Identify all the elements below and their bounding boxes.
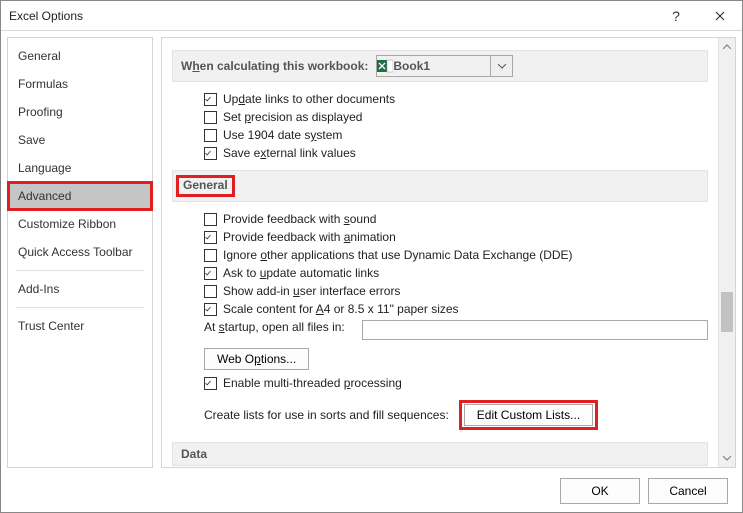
checkbox-ask-update[interactable]: [204, 267, 217, 280]
sidebar-item-advanced[interactable]: Advanced: [8, 182, 152, 210]
checkbox-label: Ask to update automatic links: [223, 266, 379, 280]
sidebar-item-save[interactable]: Save: [8, 126, 152, 154]
scroll-up-arrow-icon[interactable]: [719, 38, 735, 55]
sidebar-item-proofing[interactable]: Proofing: [8, 98, 152, 126]
sidebar-item-label: Add-Ins: [18, 282, 59, 296]
checkbox-row-set-precision: Set precision as displayed: [172, 108, 708, 126]
sidebar-item-add-ins[interactable]: Add-Ins: [8, 275, 152, 303]
checkbox-row-show-addin-errors: Show add-in user interface errors: [172, 282, 708, 300]
checkbox-use-1904[interactable]: [204, 129, 217, 142]
checkbox-label: Enable multi-threaded processing: [223, 376, 402, 390]
sidebar: General Formulas Proofing Save Language …: [7, 37, 153, 468]
checkbox-label: Set precision as displayed: [223, 110, 362, 124]
checkbox-update-links[interactable]: [204, 93, 217, 106]
checkbox-label: Update links to other documents: [223, 92, 395, 106]
section-label: General: [176, 175, 235, 197]
scroll-down-arrow-icon[interactable]: [719, 450, 735, 467]
startup-files-row: At startup, open all files in:: [172, 318, 708, 342]
edit-custom-lists-button[interactable]: Edit Custom Lists...: [464, 404, 593, 426]
section-label: When calculating this workbook:: [181, 59, 368, 73]
checkbox-feedback-sound[interactable]: [204, 213, 217, 226]
create-lists-row: Create lists for use in sorts and fill s…: [172, 392, 708, 434]
checkbox-multithread[interactable]: [204, 377, 217, 390]
checkbox-row-ask-update: Ask to update automatic links: [172, 264, 708, 282]
sidebar-separator: [16, 270, 144, 271]
checkbox-row-use-1904: Use 1904 date system: [172, 126, 708, 144]
sidebar-item-label: Advanced: [18, 189, 71, 203]
window-title: Excel Options: [9, 9, 654, 23]
checkbox-label: Ignore other applications that use Dynam…: [223, 248, 573, 262]
checkbox-feedback-animation[interactable]: [204, 231, 217, 244]
scroll-thumb[interactable]: [721, 292, 733, 332]
sidebar-item-general[interactable]: General: [8, 42, 152, 70]
checkbox-label: Show add-in user interface errors: [223, 284, 400, 298]
section-header-general: General: [172, 170, 708, 202]
checkbox-label: Use 1904 date system: [223, 128, 342, 142]
sidebar-item-label: Formulas: [18, 77, 68, 91]
checkbox-row-multithread: Enable multi-threaded processing: [172, 374, 708, 392]
sidebar-item-label: Language: [18, 161, 71, 175]
cancel-button[interactable]: Cancel: [648, 478, 728, 504]
startup-files-label: At startup, open all files in:: [204, 320, 354, 334]
help-button[interactable]: ?: [654, 1, 698, 31]
section-label: Data: [181, 447, 207, 461]
create-lists-label: Create lists for use in sorts and fill s…: [204, 408, 449, 422]
content-scroll-area: When calculating this workbook: Book1 Up…: [162, 38, 718, 467]
checkbox-label: Save external link values: [223, 146, 356, 160]
web-options-row: Web Options...: [172, 342, 708, 374]
workbook-combo[interactable]: Book1: [376, 55, 513, 77]
checkbox-set-precision[interactable]: [204, 111, 217, 124]
sidebar-item-quick-access-toolbar[interactable]: Quick Access Toolbar: [8, 238, 152, 266]
ok-button[interactable]: OK: [560, 478, 640, 504]
checkbox-save-external[interactable]: [204, 147, 217, 160]
checkbox-row-feedback-sound: Provide feedback with sound: [172, 210, 708, 228]
edit-custom-lists-highlight: Edit Custom Lists...: [459, 400, 598, 430]
checkbox-label: Scale content for A4 or 8.5 x 11" paper …: [223, 302, 459, 316]
checkbox-row-save-external: Save external link values: [172, 144, 708, 162]
close-icon: [715, 11, 725, 21]
scroll-track[interactable]: [719, 55, 735, 450]
sidebar-separator: [16, 307, 144, 308]
excel-workbook-icon: [377, 58, 393, 74]
sidebar-item-label: Customize Ribbon: [18, 217, 116, 231]
sidebar-item-label: General: [18, 49, 61, 63]
chevron-down-icon[interactable]: [490, 56, 512, 76]
checkbox-ignore-dde[interactable]: [204, 249, 217, 262]
titlebar: Excel Options ?: [1, 1, 742, 31]
checkbox-row-update-links: Update links to other documents: [172, 90, 708, 108]
sidebar-item-formulas[interactable]: Formulas: [8, 70, 152, 98]
sidebar-item-label: Save: [18, 133, 45, 147]
sidebar-item-trust-center[interactable]: Trust Center: [8, 312, 152, 340]
content-panel: When calculating this workbook: Book1 Up…: [161, 37, 736, 468]
checkbox-row-ignore-dde: Ignore other applications that use Dynam…: [172, 246, 708, 264]
close-button[interactable]: [698, 1, 742, 31]
checkbox-label: Provide feedback with animation: [223, 230, 396, 244]
section-header-calculating: When calculating this workbook: Book1: [172, 50, 708, 82]
sidebar-item-label: Proofing: [18, 105, 63, 119]
vertical-scrollbar[interactable]: [718, 38, 735, 467]
sidebar-item-customize-ribbon[interactable]: Customize Ribbon: [8, 210, 152, 238]
sidebar-item-language[interactable]: Language: [8, 154, 152, 182]
checkbox-row-scale-a4: Scale content for A4 or 8.5 x 11" paper …: [172, 300, 708, 318]
checkbox-row-feedback-animation: Provide feedback with animation: [172, 228, 708, 246]
sidebar-item-label: Quick Access Toolbar: [18, 245, 133, 259]
workbook-name: Book1: [393, 59, 490, 73]
web-options-button[interactable]: Web Options...: [204, 348, 309, 370]
checkbox-scale-a4[interactable]: [204, 303, 217, 316]
section-header-data: Data: [172, 442, 708, 466]
sidebar-item-label: Trust Center: [18, 319, 84, 333]
dialog-footer: OK Cancel: [1, 468, 742, 512]
startup-files-input[interactable]: [362, 320, 708, 340]
checkbox-label: Provide feedback with sound: [223, 212, 376, 226]
checkbox-show-addin-errors[interactable]: [204, 285, 217, 298]
